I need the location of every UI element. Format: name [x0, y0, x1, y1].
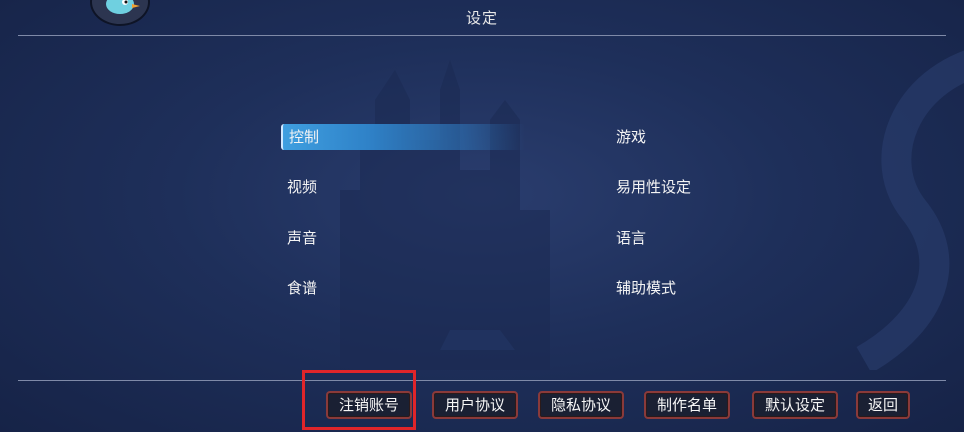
back-button[interactable]: 返回 [856, 391, 910, 419]
menu-item-video[interactable]: 视频 [281, 174, 323, 200]
page-title: 设定 [465, 9, 498, 27]
top-divider [18, 35, 946, 36]
credits-button[interactable]: 制作名单 [644, 391, 730, 419]
user-agreement-button[interactable]: 用户协议 [432, 391, 518, 419]
menu-item-audio[interactable]: 声音 [281, 225, 323, 251]
menu-item-language[interactable]: 语言 [610, 225, 652, 251]
privacy-policy-button[interactable]: 隐私协议 [538, 391, 624, 419]
menu-item-assist-mode[interactable]: 辅助模式 [610, 275, 682, 301]
menu-item-game[interactable]: 游戏 [610, 124, 652, 150]
castle-silhouette-background [340, 60, 550, 370]
default-settings-button[interactable]: 默认设定 [752, 391, 838, 419]
menu-item-recipes[interactable]: 食谱 [281, 275, 323, 301]
menu-item-accessibility[interactable]: 易用性设定 [610, 174, 697, 200]
decorative-swirl-background [856, 50, 964, 370]
bottom-divider [18, 380, 946, 381]
highlight-annotation-box [302, 370, 416, 430]
menu-item-controls[interactable]: 控制 [281, 124, 525, 150]
